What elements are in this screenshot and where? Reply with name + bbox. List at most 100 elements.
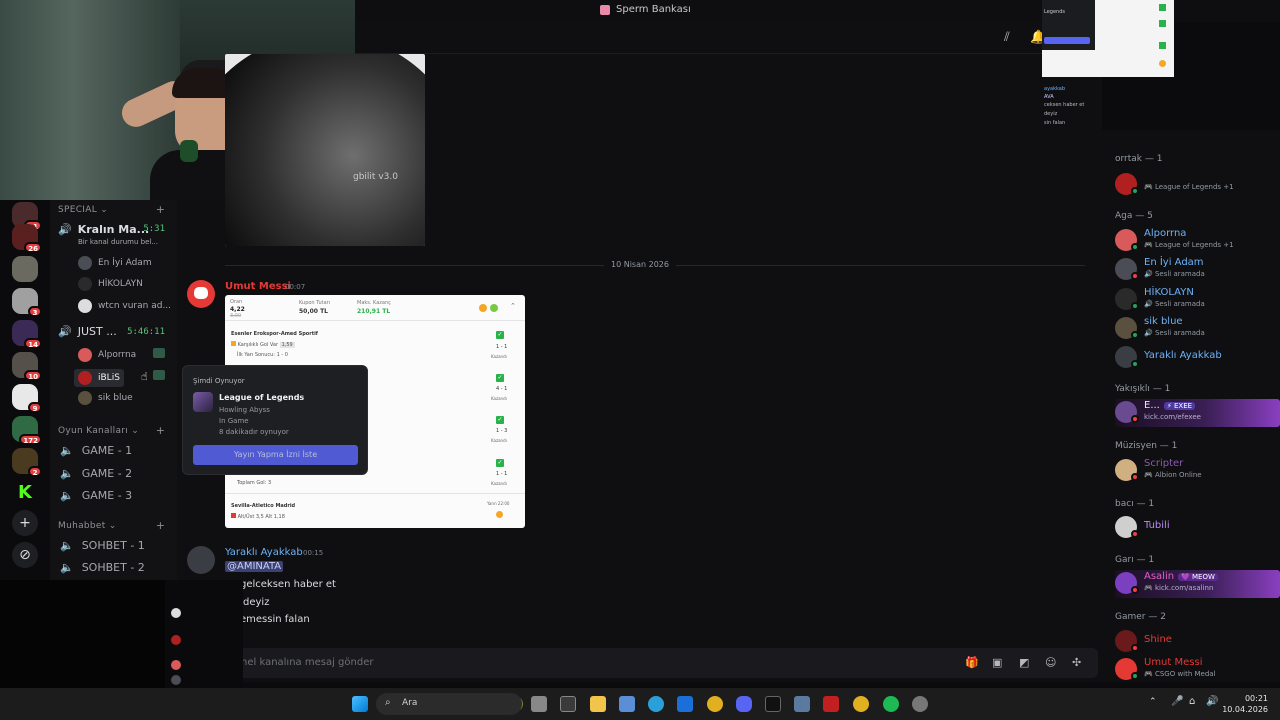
app-icon[interactable] — [765, 696, 781, 712]
overlay-text: deyiz — [1044, 111, 1058, 117]
member-row[interactable]: 🎮 League of Legends +1 — [1115, 171, 1280, 199]
check-icon — [1159, 4, 1166, 11]
voice-channel-game-1[interactable]: 🔈 GAME - 1 — [60, 444, 132, 457]
speaker-icon: 🔊 — [58, 223, 72, 236]
server-icon[interactable]: 14 — [12, 320, 42, 349]
check-icon — [1159, 20, 1166, 27]
explore-icon[interactable]: ⊘ — [12, 542, 38, 568]
date-divider-label: 10 Nisan 2026 — [604, 260, 676, 269]
chrome-icon[interactable] — [707, 696, 723, 712]
mention[interactable]: @AMINATA — [225, 561, 284, 572]
spotify-icon[interactable] — [883, 696, 899, 712]
message-author[interactable]: Umut Messi — [225, 281, 291, 292]
gift-icon[interactable]: 🎁 — [965, 656, 979, 669]
won-label: Kazandı — [491, 396, 507, 401]
check-icon: ✓ — [496, 331, 504, 339]
volume-icon[interactable]: 🔊 — [1206, 696, 1218, 707]
member-row[interactable]: Yaraklı Ayakkab — [1115, 344, 1280, 372]
threads-icon[interactable]: ⫽ — [1004, 30, 1010, 45]
member-name: Alporrna — [1144, 228, 1187, 239]
member-name: sik blue — [1144, 316, 1183, 327]
voice-channel-game-2[interactable]: 🔈 GAME - 2 — [60, 467, 132, 480]
clock-time: 00:21 — [1244, 694, 1268, 703]
taskbar-search[interactable]: ⌕ Ara — [376, 693, 522, 715]
voice-user[interactable]: wtcn vuran ad... — [78, 299, 171, 313]
member-row[interactable]: sik blue 🔊 Sesli aramada — [1115, 315, 1280, 343]
member-row[interactable]: Alporrna 🎮 League of Legends +1 — [1115, 227, 1280, 255]
message-composer[interactable]: nel kanalına mesaj gönder 🎁 ▣ ◩ ☺ ✣ — [225, 648, 1098, 678]
server-icon[interactable]: 2 — [12, 448, 42, 477]
voice-channel-1[interactable]: 🔊 Kralın Ma... — [58, 223, 149, 236]
member-row[interactable]: Umut Messi 🎮 CSGO with Medal — [1115, 656, 1280, 684]
emoji-icon[interactable]: ☺ — [1045, 656, 1056, 669]
app-icon[interactable] — [912, 696, 928, 712]
voice-channel-game-3[interactable]: 🔈 GAME - 3 — [60, 489, 132, 502]
member-row[interactable]: Tubili — [1115, 514, 1280, 542]
voice-timer: 5:46:11 — [127, 327, 165, 337]
channel-list: SPECIAL ⌄ + 🔊 Kralın Ma... 5:31 Bir kanal… — [50, 200, 177, 580]
voice-user[interactable]: En İyi Adam — [78, 256, 152, 270]
message-author[interactable]: Yaraklı Ayakkab — [225, 547, 303, 558]
app-icon[interactable] — [823, 696, 839, 712]
member-row[interactable]: Scripter 🎮 Albion Online — [1115, 457, 1280, 485]
voice-user[interactable]: Alporrna — [78, 348, 136, 362]
request-stream-button[interactable]: Yayın Yapma İzni İste — [193, 445, 358, 465]
member-row[interactable]: E... ⚡ EXEE kick.com/efexee — [1115, 399, 1280, 427]
network-icon[interactable]: ⌂ — [1189, 696, 1195, 707]
server-icon[interactable] — [12, 256, 38, 282]
category-special[interactable]: SPECIAL ⌄ — [58, 205, 108, 215]
collapse-icon[interactable]: ⌃ — [510, 302, 516, 310]
task-view-icon[interactable] — [531, 696, 547, 712]
add-channel-icon[interactable]: + — [156, 519, 165, 532]
add-channel-icon[interactable]: + — [156, 424, 165, 437]
start-icon[interactable] — [352, 696, 368, 712]
member-row[interactable]: HİKOLAYN 🔊 Sesli aramada — [1115, 286, 1280, 314]
kick-server-icon[interactable]: K — [12, 480, 38, 506]
kupon-value: 50,00 TL — [299, 308, 328, 315]
mic-icon[interactable]: 🎤 — [1171, 696, 1183, 707]
match-1-pick: Karşılıklı Gol Var 1,59 — [231, 341, 295, 348]
server-rail: 11 26 3 14 10 9 172 2 K + ⊘ — [0, 200, 50, 580]
discord-icon[interactable] — [736, 696, 752, 712]
chrome-icon[interactable] — [853, 696, 869, 712]
tray-chevron-icon[interactable]: ⌃ — [1149, 697, 1157, 707]
apps-icon[interactable]: ✣ — [1072, 656, 1081, 669]
server-icon[interactable]: 172 — [12, 416, 42, 445]
won-label: Kazandı — [491, 438, 507, 443]
app-icon[interactable] — [794, 696, 810, 712]
category-muhabbet[interactable]: Muhabbet ⌄ — [58, 521, 117, 531]
voice-channel-2[interactable]: 🔊 JUST ... — [58, 325, 117, 338]
voice-user[interactable]: HİKOLAYN — [78, 277, 143, 291]
member-row[interactable]: Shine — [1115, 628, 1280, 656]
member-row[interactable]: En İyi Adam 🔊 Sesli aramada — [1115, 256, 1280, 284]
composer-placeholder: nel kanalına mesaj gönder — [241, 657, 374, 668]
avatar-yarakli-ayakkab[interactable] — [187, 546, 215, 574]
server-icon[interactable]: 3 — [12, 288, 42, 317]
add-channel-icon[interactable]: + — [156, 203, 165, 216]
sticker-icon[interactable]: ◩ — [1019, 656, 1029, 669]
category-oyun[interactable]: Oyun Kanalları ⌄ — [58, 426, 139, 436]
system-clock[interactable]: 00:21 10.04.2026 — [1222, 693, 1268, 715]
voice-user[interactable]: sik blue — [78, 391, 133, 405]
image-attachment[interactable]: gbilit v3.0 — [225, 54, 425, 246]
edge-icon[interactable] — [648, 696, 664, 712]
voice-user-hovered[interactable]: iBLiS — [74, 369, 124, 387]
server-icon[interactable]: 10 — [12, 352, 42, 381]
server-icon[interactable]: 9 — [12, 384, 42, 413]
member-name: Asalin 💜 MEOW — [1144, 571, 1218, 582]
stream-icon — [153, 348, 165, 358]
add-server-icon[interactable]: + — [12, 510, 38, 536]
mail-icon[interactable] — [677, 696, 693, 712]
app-icon[interactable] — [619, 696, 635, 712]
role-header: Garı — 1 — [1115, 555, 1155, 565]
store-icon[interactable] — [560, 696, 576, 712]
file-explorer-icon[interactable] — [590, 696, 606, 712]
popup-header: Şimdi Oynuyor — [193, 377, 245, 385]
voice-channel-sohbet-1[interactable]: 🔈 SOHBET - 1 — [60, 539, 145, 552]
gif-icon[interactable]: ▣ — [992, 656, 1002, 669]
voice-channel-sohbet-2[interactable]: 🔈 SOHBET - 2 — [60, 561, 145, 574]
speaker-icon: 🔈 — [60, 539, 74, 552]
avatar-umut-messi[interactable] — [187, 280, 215, 308]
server-icon[interactable]: 26 — [12, 224, 42, 253]
member-row[interactable]: Asalin 💜 MEOW 🎮 kick.com/asalinn — [1115, 570, 1280, 598]
